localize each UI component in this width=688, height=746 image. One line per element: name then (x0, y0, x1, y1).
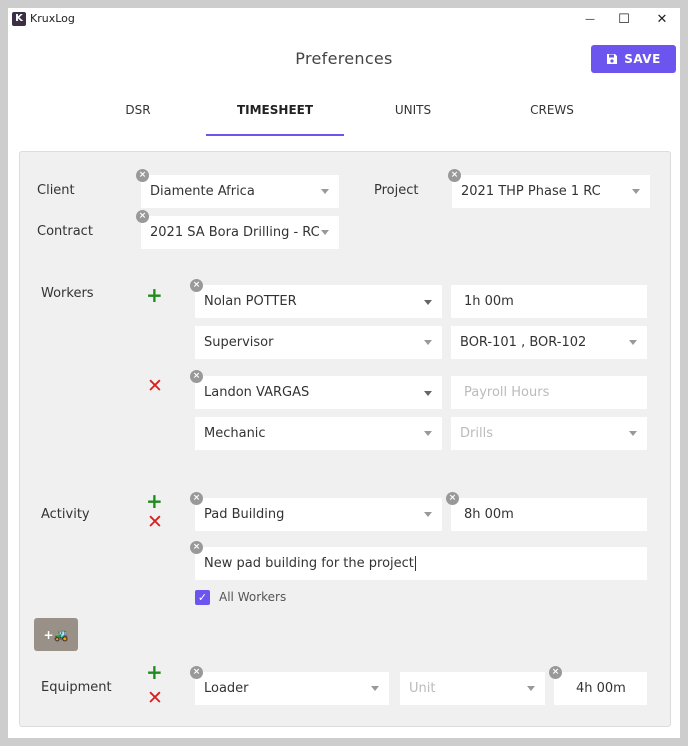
app-title: KruxLog (30, 12, 75, 25)
clear-equipment-icon[interactable]: × (190, 666, 203, 679)
activity-hours-input[interactable]: 8h 00m (451, 498, 647, 531)
maximize-button[interactable]: ☐ (606, 8, 642, 30)
worker-2-role: Mechanic (204, 426, 266, 441)
equipment-hours: 4h 00m (576, 681, 626, 696)
chevron-down-icon (424, 340, 432, 345)
equipment-type-select[interactable]: Loader (195, 672, 389, 705)
tab-timesheet-label: TIMESHEET (236, 103, 314, 117)
save-label: SAVE (624, 52, 661, 66)
client-select[interactable]: Diamente Africa (141, 175, 339, 208)
clear-contract-icon[interactable]: × (136, 210, 149, 223)
app-window: K KruxLog — ☐ ✕ Preferences SAVE DSR TIM… (0, 0, 688, 746)
minimize-icon: — (585, 13, 595, 25)
timesheet-panel: Client Diamente Africa × Project 2021 TH… (19, 151, 671, 727)
add-worker-icon[interactable]: + (146, 285, 163, 305)
clear-project-icon[interactable]: × (448, 169, 461, 182)
tab-dsr-label: DSR (125, 103, 151, 117)
text-cursor (414, 556, 416, 571)
worker-1-role-select[interactable]: Supervisor (195, 326, 442, 359)
project-label: Project (374, 183, 419, 198)
app-logo-icon: K (12, 12, 26, 26)
all-workers-checkbox[interactable]: ✓ (195, 590, 210, 605)
equipment-type: Loader (204, 681, 249, 696)
remove-equipment-icon[interactable]: ✕ (147, 689, 163, 708)
worker-2-name-select[interactable]: Landon VARGAS (195, 376, 442, 409)
tab-crews[interactable]: CREWS (512, 96, 592, 136)
close-icon: ✕ (656, 11, 668, 27)
clear-equipment-hours-icon[interactable]: × (549, 666, 562, 679)
contract-value: 2021 SA Bora Drilling - RC (150, 225, 320, 240)
activity-type: Pad Building (204, 507, 285, 522)
clear-client-icon[interactable]: × (136, 169, 149, 182)
tab-units-label: UNITS (394, 103, 432, 117)
activity-hours: 8h 00m (464, 507, 514, 522)
worker-1-role: Supervisor (204, 335, 274, 350)
remove-worker-icon[interactable]: ✕ (147, 377, 163, 396)
minimize-button[interactable]: — (572, 8, 608, 30)
activity-type-select[interactable]: Pad Building (195, 498, 442, 531)
remove-activity-icon[interactable]: ✕ (147, 513, 163, 532)
worker-1-name-select[interactable]: Nolan POTTER (195, 285, 442, 318)
title-bar: K KruxLog — ☐ ✕ (8, 8, 680, 30)
clear-activity-icon[interactable]: × (190, 492, 203, 505)
worker-2-assets-select[interactable]: Drills (451, 417, 647, 450)
worker-1-assets: BOR-101 , BOR-102 (460, 335, 587, 350)
all-workers-label: All Workers (219, 590, 287, 604)
add-equipment-icon: +🚜 (43, 627, 69, 642)
activity-description: New pad building for the project (204, 556, 414, 571)
chevron-down-icon (527, 686, 535, 691)
worker-1-hours: 1h 00m (464, 294, 514, 309)
tab-timesheet[interactable]: TIMESHEET (206, 96, 344, 136)
worker-1-name: Nolan POTTER (204, 294, 297, 309)
chevron-down-icon (424, 300, 432, 305)
chevron-down-icon (632, 189, 640, 194)
equipment-unit-select[interactable]: Unit (400, 672, 545, 705)
project-value: 2021 THP Phase 1 RC (461, 184, 601, 199)
page-title: Preferences (295, 49, 393, 68)
add-equipment-button[interactable]: +🚜 (34, 618, 78, 651)
save-icon (607, 54, 618, 64)
chevron-down-icon (424, 512, 432, 517)
close-button[interactable]: ✕ (644, 8, 680, 30)
tab-units[interactable]: UNITS (373, 96, 453, 136)
worker-2-name: Landon VARGAS (204, 385, 310, 400)
clear-worker-2-icon[interactable]: × (190, 370, 203, 383)
worker-2-hours-placeholder: Payroll Hours (464, 385, 550, 400)
equipment-unit-placeholder: Unit (409, 681, 436, 696)
worker-2-assets-placeholder: Drills (460, 426, 493, 441)
tab-crews-label: CREWS (530, 103, 574, 117)
worker-1-hours-input[interactable]: 1h 00m (451, 285, 647, 318)
worker-2-role-select[interactable]: Mechanic (195, 417, 442, 450)
clear-worker-1-icon[interactable]: × (190, 279, 203, 292)
maximize-icon: ☐ (618, 11, 630, 27)
chevron-down-icon (321, 230, 329, 235)
worker-1-assets-select[interactable]: BOR-101 , BOR-102 (451, 326, 647, 359)
add-equipment-row-icon[interactable]: + (146, 662, 163, 682)
chevron-down-icon (424, 431, 432, 436)
clear-activity-hours-icon[interactable]: × (446, 492, 459, 505)
add-activity-icon[interactable]: + (146, 491, 163, 511)
equipment-label: Equipment (41, 680, 112, 695)
chevron-down-icon (371, 686, 379, 691)
chevron-down-icon (321, 189, 329, 194)
project-select[interactable]: 2021 THP Phase 1 RC (452, 175, 650, 208)
contract-label: Contract (37, 224, 93, 239)
contract-select[interactable]: 2021 SA Bora Drilling - RC (141, 216, 339, 249)
client-label: Client (37, 183, 75, 198)
worker-2-hours-input[interactable]: Payroll Hours (451, 376, 647, 409)
tab-dsr[interactable]: DSR (98, 96, 178, 136)
chevron-down-icon (629, 431, 637, 436)
save-button[interactable]: SAVE (591, 45, 676, 73)
activity-label: Activity (41, 507, 90, 522)
clear-description-icon[interactable]: × (190, 541, 203, 554)
client-value: Diamente Africa (150, 184, 255, 199)
workers-label: Workers (41, 286, 94, 301)
activity-description-input[interactable]: New pad building for the project (195, 547, 647, 580)
chevron-down-icon (629, 340, 637, 345)
chevron-down-icon (424, 391, 432, 396)
equipment-hours-input[interactable]: 4h 00m (554, 672, 647, 705)
